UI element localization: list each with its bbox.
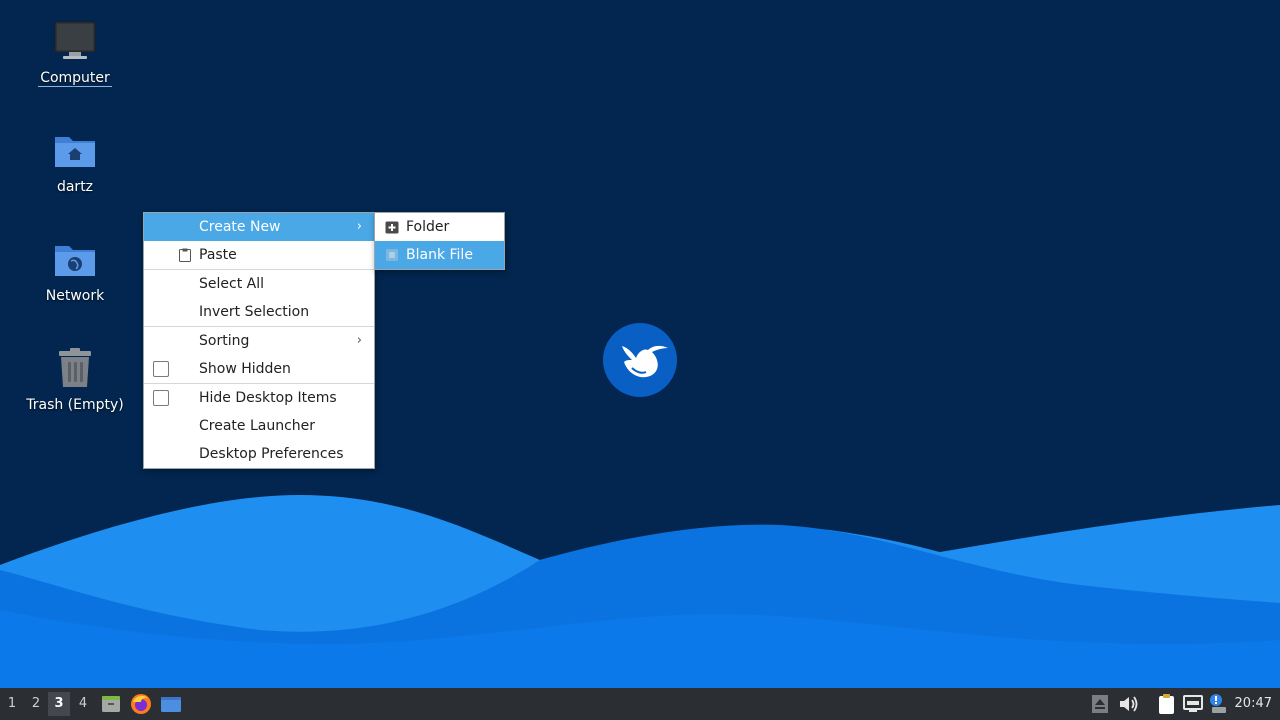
workspace-3-button[interactable]: 3: [48, 692, 70, 716]
desktop-icon-dartz[interactable]: dartz: [20, 127, 130, 195]
taskbar: 1 2 3 4 20:47: [0, 688, 1280, 720]
workspace-1-button[interactable]: 1: [1, 692, 23, 716]
menu-item-label: Select All: [199, 276, 264, 292]
menu-item-paste[interactable]: Paste: [144, 241, 374, 269]
clock[interactable]: 20:47: [1235, 688, 1272, 720]
trash-icon: [59, 348, 91, 387]
submenu-item-blank-file[interactable]: Blank File: [375, 241, 504, 269]
workspace-4-button[interactable]: 4: [72, 692, 94, 716]
menu-item-label: Show Hidden: [199, 361, 291, 377]
chevron-right-icon: ›: [356, 219, 362, 234]
create-new-submenu: Folder Blank File: [374, 212, 505, 270]
desktop-icon-network[interactable]: Network: [20, 236, 130, 304]
menu-item-desktop-preferences[interactable]: Desktop Preferences: [144, 440, 374, 468]
menu-item-show-hidden[interactable]: Show Hidden: [144, 355, 374, 383]
desktop-icon-label: Trash (Empty): [26, 397, 124, 413]
desktop-icon-trash[interactable]: Trash (Empty): [20, 345, 130, 413]
file-manager-icon[interactable]: [99, 692, 123, 716]
update-notifier-icon[interactable]: [1206, 692, 1230, 716]
menu-item-hide-desktop-items[interactable]: Hide Desktop Items: [144, 384, 374, 412]
menu-item-label: Create Launcher: [199, 418, 316, 434]
menu-item-select-all[interactable]: Select All: [144, 270, 374, 298]
network-tray-icon[interactable]: [1181, 692, 1205, 716]
desktop-context-menu: Create New › Paste Select All Invert Sel…: [143, 212, 375, 469]
desktop-icon-computer[interactable]: Computer: [20, 18, 130, 87]
menu-item-label: Invert Selection: [199, 304, 310, 320]
menu-item-label: Create New: [199, 219, 281, 235]
workspace-2-button[interactable]: 2: [25, 692, 47, 716]
desktop-icon-label: dartz: [56, 179, 94, 195]
menu-item-label: Paste: [199, 247, 237, 263]
desktop-icon-label: Computer: [38, 70, 112, 87]
network-folder-icon: [55, 246, 95, 276]
clipboard-tray-icon[interactable]: [1154, 692, 1178, 716]
menu-item-label: Hide Desktop Items: [199, 390, 337, 406]
hummingbird-logo-icon: [603, 323, 677, 397]
eject-icon[interactable]: [1088, 692, 1112, 716]
show-hidden-checkbox[interactable]: [153, 361, 169, 377]
menu-item-create-new[interactable]: Create New ›: [144, 213, 374, 241]
menu-item-create-launcher[interactable]: Create Launcher: [144, 412, 374, 440]
blank-file-icon: [386, 249, 398, 261]
desktop[interactable]: Computer dartz Network Trash (Empty) Cre…: [0, 0, 1280, 688]
computer-icon: [54, 21, 96, 59]
menu-item-label: Sorting: [199, 333, 250, 349]
desktop-icon-label: Network: [45, 288, 105, 304]
menu-item-label: Desktop Preferences: [199, 446, 344, 462]
chevron-right-icon: ›: [356, 333, 362, 348]
menu-item-invert-selection[interactable]: Invert Selection: [144, 298, 374, 326]
hide-desktop-items-checkbox[interactable]: [153, 390, 169, 406]
submenu-item-folder[interactable]: Folder: [375, 213, 504, 241]
submenu-item-label: Blank File: [406, 247, 473, 263]
clipboard-icon: [179, 248, 191, 262]
submenu-item-label: Folder: [406, 219, 450, 235]
show-desktop-icon[interactable]: [159, 692, 183, 716]
home-folder-icon: [55, 137, 95, 167]
menu-item-sorting[interactable]: Sorting ›: [144, 327, 374, 355]
firefox-icon[interactable]: [129, 692, 153, 716]
volume-icon[interactable]: [1116, 692, 1140, 716]
folder-add-icon: [385, 221, 399, 234]
